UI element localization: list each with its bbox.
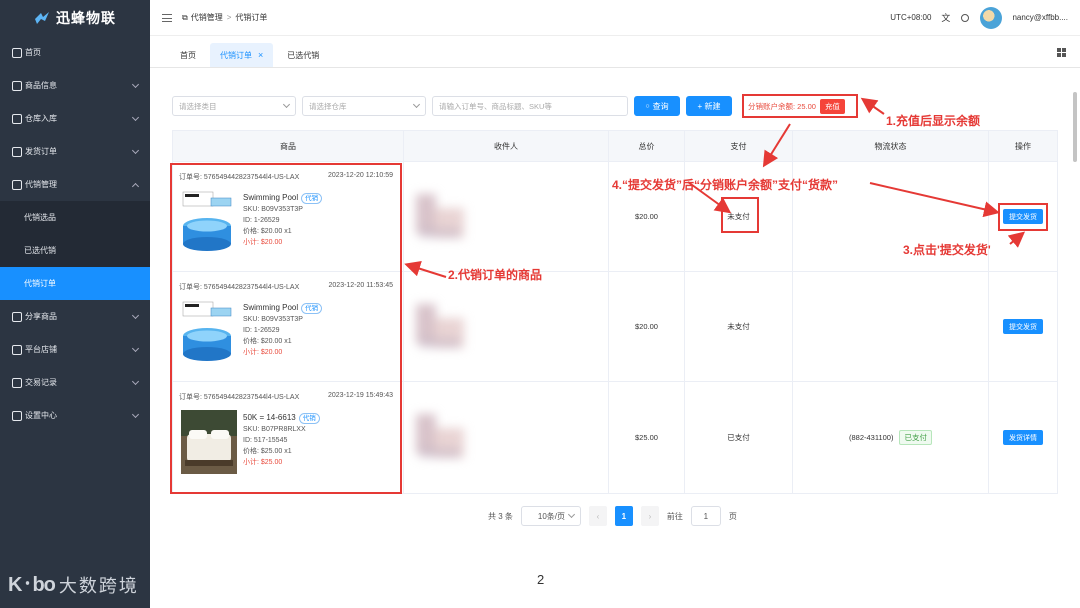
- annotation-step-2: 2.代销订单的商品: [448, 268, 543, 282]
- annotation-step-4: 4.“提交发货”后“分销账户余额”支付“货款”: [612, 178, 839, 192]
- annotation-step-3: 3.点击'提交发货': [903, 243, 991, 257]
- annotation-arrows: [404, 97, 1026, 278]
- annotation-step-1: 1.充值后显示余额: [886, 114, 981, 128]
